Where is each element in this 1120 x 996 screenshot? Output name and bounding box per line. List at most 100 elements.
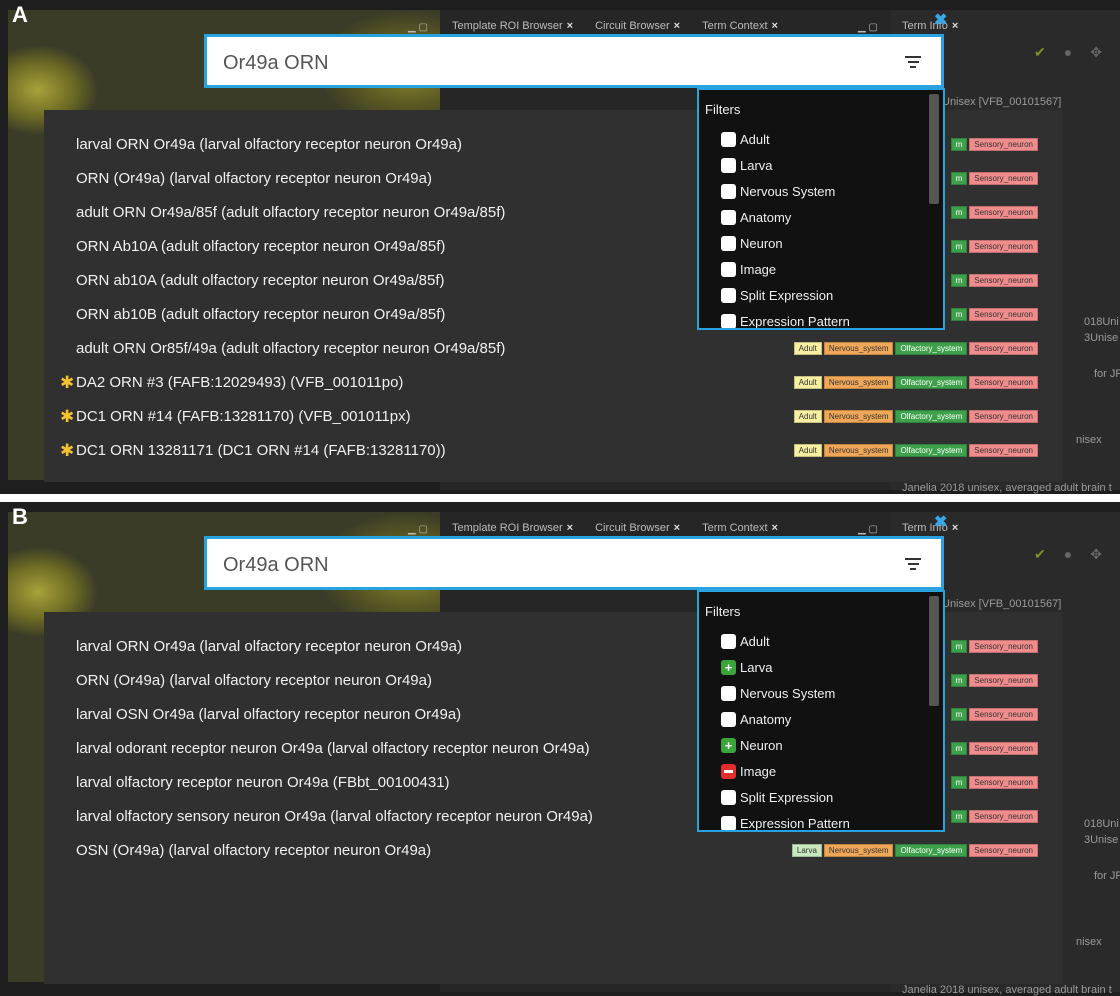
result-label[interactable]: adult ORN Or49a/85f (adult olfactory rec… — [76, 204, 505, 221]
window-controls-icon[interactable]: ▁ ▢ — [408, 524, 428, 535]
tag-badge: m — [950, 776, 968, 789]
filter-item[interactable]: Adult — [721, 630, 770, 652]
checkbox-empty-icon[interactable] — [721, 131, 736, 147]
checkbox-empty-icon[interactable] — [721, 815, 736, 830]
result-label[interactable]: larval ORN Or49a (larval olfactory recep… — [76, 638, 462, 655]
close-icon[interactable]: ✖ — [934, 512, 947, 532]
result-tags: m Sensory_neuron — [950, 742, 1038, 755]
close-icon[interactable]: × — [952, 522, 958, 534]
filter-label: Split Expression — [740, 789, 834, 805]
result-row[interactable]: ✱ DA2 ORN #3 (FAFB:12029493) (VFB_001011p… — [44, 366, 1062, 400]
checkbox-empty-icon[interactable] — [721, 711, 736, 727]
result-label[interactable]: larval odorant receptor neuron Or49a (la… — [76, 740, 590, 757]
close-icon[interactable]: × — [674, 522, 680, 534]
tag-badge: m — [950, 274, 968, 287]
checkbox-include-icon[interactable]: + — [721, 659, 736, 675]
result-label[interactable]: ORN ab10B (adult olfactory receptor neur… — [76, 306, 445, 323]
tab-label: Circuit Browser — [595, 20, 670, 32]
term-info-text: 018Uni — [1084, 818, 1119, 830]
tab-label: Template ROI Browser — [452, 522, 563, 534]
filter-item[interactable]: Nervous System — [721, 682, 835, 704]
term-info-toolbar: ✔ ● ✥ — [1034, 44, 1102, 61]
result-label[interactable]: ORN Ab10A (adult olfactory receptor neur… — [76, 238, 445, 255]
filters-scrollbar[interactable] — [929, 94, 939, 204]
result-row[interactable]: adult ORN Or85f/49a (adult olfactory rec… — [44, 332, 1062, 366]
checkbox-empty-icon[interactable] — [721, 261, 736, 277]
result-label[interactable]: ORN (Or49a) (larval olfactory receptor n… — [76, 170, 432, 187]
result-label[interactable]: larval olfactory sensory neuron Or49a (l… — [76, 808, 593, 825]
checkbox-empty-icon[interactable] — [721, 235, 736, 251]
result-label[interactable]: DA2 ORN #3 (FAFB:12029493) (VFB_001011po… — [76, 374, 403, 391]
filter-item[interactable]: Image — [721, 258, 776, 280]
search-input[interactable] — [223, 49, 843, 77]
close-icon[interactable]: × — [674, 20, 680, 32]
filter-item[interactable]: Split Expression — [721, 786, 833, 808]
result-row[interactable]: OSN (Or49a) (larval olfactory receptor n… — [44, 834, 1062, 868]
move-icon[interactable]: ✥ — [1090, 44, 1102, 61]
checkbox-empty-icon[interactable] — [721, 633, 736, 649]
filter-item[interactable]: + Larva — [721, 656, 773, 678]
result-label[interactable]: larval OSN Or49a (larval olfactory recep… — [76, 706, 461, 723]
panel-a: A ▁ ▢ ▁ ▢ Template ROI Browser × Circuit Brow… — [0, 0, 1120, 494]
filter-item[interactable]: Adult — [721, 128, 770, 150]
result-label[interactable]: DC1 ORN #14 (FAFB:13281170) (VFB_001011p… — [76, 408, 411, 425]
result-label[interactable]: adult ORN Or85f/49a (adult olfactory rec… — [76, 340, 505, 357]
result-tags: m Sensory_neuron — [950, 138, 1038, 151]
close-icon[interactable]: ✖ — [934, 10, 947, 30]
result-label[interactable]: DC1 ORN 13281171 (DC1 ORN #14 (FAFB:1328… — [76, 442, 446, 459]
checkbox-empty-icon[interactable] — [721, 685, 736, 701]
filter-item[interactable]: Expression Pattern — [721, 812, 850, 830]
filter-item[interactable]: Split Expression — [721, 284, 833, 306]
result-label[interactable]: ORN ab10A (adult olfactory receptor neur… — [76, 272, 445, 289]
panel-letter: A — [12, 2, 28, 27]
result-label[interactable]: ORN (Or49a) (larval olfactory receptor n… — [76, 672, 432, 689]
filter-icon[interactable] — [905, 558, 921, 572]
term-info-text: for JF — [1094, 368, 1120, 380]
term-info-title: Unisex [VFB_00101567] — [942, 96, 1062, 108]
close-icon[interactable]: × — [772, 20, 778, 32]
drop-icon[interactable]: ● — [1064, 44, 1072, 61]
close-icon[interactable]: × — [952, 20, 958, 32]
tag-badge: m — [950, 308, 968, 321]
window-controls-icon[interactable]: ▁ ▢ — [408, 22, 428, 33]
filter-label: Neuron — [740, 737, 783, 753]
window-controls-icon[interactable]: ▁ ▢ — [858, 22, 878, 33]
filter-item[interactable]: Larva — [721, 154, 773, 176]
result-label[interactable]: larval ORN Or49a (larval olfactory recep… — [76, 136, 462, 153]
search-box — [204, 34, 944, 88]
search-input[interactable] — [223, 551, 843, 579]
checkbox-empty-icon[interactable] — [721, 183, 736, 199]
filters-dropdown: Filters Adult + Larva Nervous System Anatomy +… — [697, 590, 945, 832]
result-row[interactable]: ✱ DC1 ORN #14 (FAFB:13281170) (VFB_001011… — [44, 400, 1062, 434]
check-icon[interactable]: ✔ — [1034, 546, 1046, 563]
close-icon[interactable]: × — [567, 20, 573, 32]
move-icon[interactable]: ✥ — [1090, 546, 1102, 563]
checkbox-include-icon[interactable]: + — [721, 737, 736, 753]
checkbox-empty-icon[interactable] — [721, 313, 736, 328]
filter-icon[interactable] — [905, 56, 921, 70]
checkbox-exclude-icon[interactable] — [721, 763, 736, 779]
star-icon: ✱ — [60, 373, 75, 392]
result-label[interactable]: larval olfactory receptor neuron Or49a (… — [76, 774, 450, 791]
checkbox-empty-icon[interactable] — [721, 209, 736, 225]
check-icon[interactable]: ✔ — [1034, 44, 1046, 61]
filter-item[interactable]: Nervous System — [721, 180, 835, 202]
tag-badge: m — [950, 640, 968, 653]
checkbox-empty-icon[interactable] — [721, 287, 736, 303]
checkbox-empty-icon[interactable] — [721, 789, 736, 805]
filter-item[interactable]: Expression Pattern — [721, 310, 850, 328]
filter-item[interactable]: Neuron — [721, 232, 783, 254]
filter-item[interactable]: + Neuron — [721, 734, 783, 756]
result-tags: m Sensory_neuron — [950, 172, 1038, 185]
close-icon[interactable]: × — [772, 522, 778, 534]
close-icon[interactable]: × — [567, 522, 573, 534]
window-controls-icon[interactable]: ▁ ▢ — [858, 524, 878, 535]
filters-scrollbar[interactable] — [929, 596, 939, 706]
drop-icon[interactable]: ● — [1064, 546, 1072, 563]
result-row[interactable]: ✱ DC1 ORN 13281171 (DC1 ORN #14 (FAFB:132… — [44, 434, 1062, 468]
filter-item[interactable]: Image — [721, 760, 776, 782]
result-label[interactable]: OSN (Or49a) (larval olfactory receptor n… — [76, 842, 431, 859]
filter-item[interactable]: Anatomy — [721, 206, 791, 228]
checkbox-empty-icon[interactable] — [721, 157, 736, 173]
filter-item[interactable]: Anatomy — [721, 708, 791, 730]
